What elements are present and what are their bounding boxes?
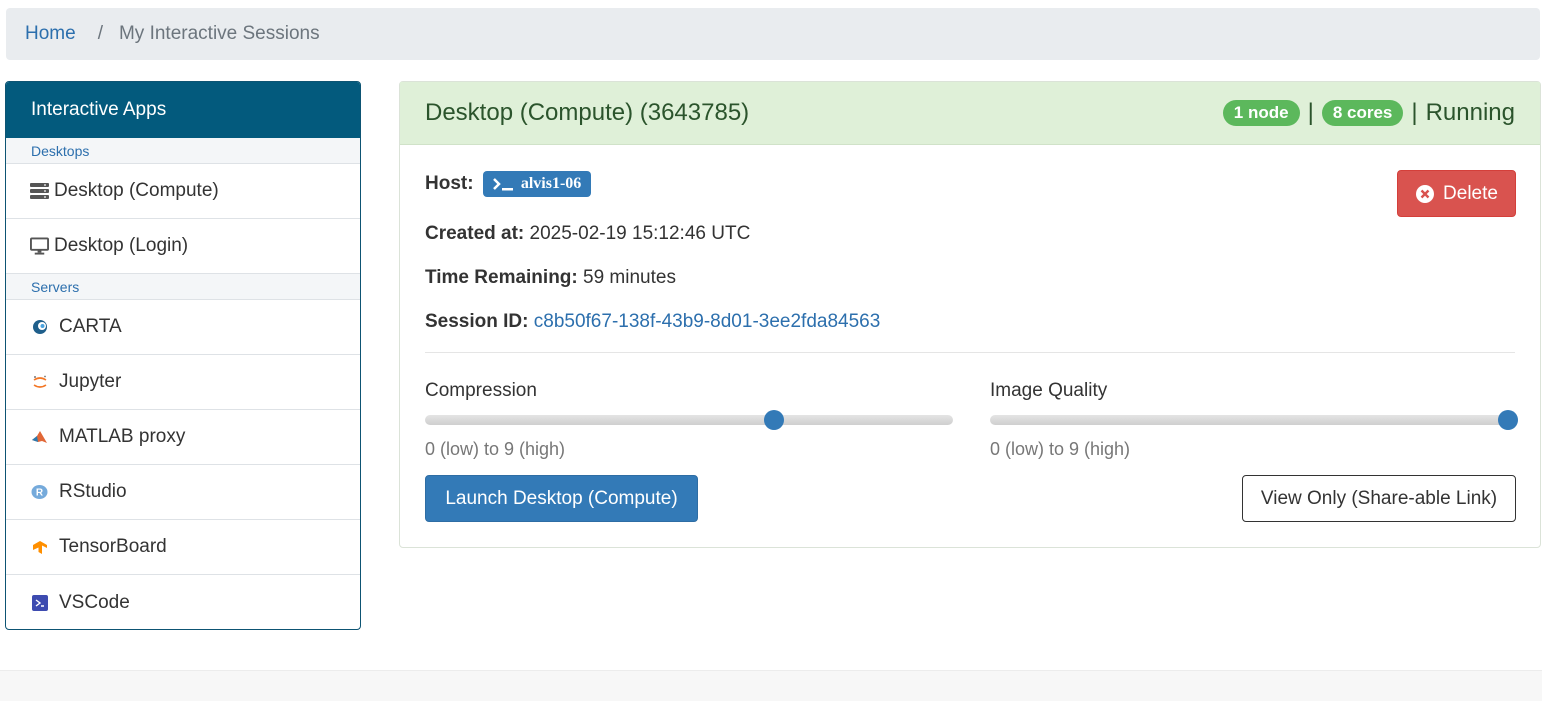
session-status-group: 1 node | 8 cores | Running bbox=[1222, 99, 1515, 127]
interactive-apps-sidebar: Interactive Apps Desktops Desktop (Compu… bbox=[5, 81, 361, 630]
sidebar-item-tensorboard[interactable]: TensorBoard bbox=[6, 520, 360, 575]
rstudio-icon: R bbox=[30, 483, 49, 502]
divider bbox=[425, 352, 1515, 353]
breadcrumb-home-link[interactable]: Home bbox=[25, 23, 76, 45]
sidebar-item-rstudio[interactable]: R RStudio bbox=[6, 465, 360, 520]
sidebar-item-vscode[interactable]: VSCode bbox=[6, 575, 360, 629]
status-separator: | bbox=[1307, 99, 1314, 126]
server-icon bbox=[30, 182, 49, 201]
session-title: Desktop (Compute) (3643785) bbox=[425, 99, 750, 126]
sidebar-item-label: MATLAB proxy bbox=[59, 426, 186, 447]
host-label: Host: bbox=[425, 173, 474, 195]
page-footer bbox=[0, 670, 1542, 701]
session-id-link[interactable]: c8b50f67-138f-43b9-8d01-3ee2fda84563 bbox=[534, 311, 881, 332]
image-quality-control: Image Quality 0 (low) to 9 (high) bbox=[990, 380, 1518, 460]
launch-desktop-button[interactable]: Launch Desktop (Compute) bbox=[425, 475, 698, 522]
sidebar-item-carta[interactable]: CARTA bbox=[6, 300, 360, 355]
view-only-share-link-button[interactable]: View Only (Share-able Link) bbox=[1242, 475, 1516, 522]
breadcrumb-current: My Interactive Sessions bbox=[118, 23, 320, 44]
session-id-label: Session ID: bbox=[425, 311, 529, 332]
sidebar-item-label: CARTA bbox=[59, 316, 122, 337]
sidebar-item-label: TensorBoard bbox=[59, 536, 167, 557]
session-status: Running bbox=[1425, 99, 1515, 126]
sidebar-item-label: Jupyter bbox=[59, 371, 122, 392]
sidebar-category-desktops: Desktops bbox=[6, 138, 360, 164]
image-quality-slider-handle[interactable] bbox=[1498, 410, 1518, 430]
sidebar-item-jupyter[interactable]: Jupyter bbox=[6, 355, 360, 410]
image-quality-label: Image Quality bbox=[990, 380, 1108, 401]
vscode-icon bbox=[30, 593, 49, 612]
compression-label: Compression bbox=[425, 380, 537, 401]
core-count-badge: 8 cores bbox=[1321, 100, 1404, 126]
delete-label: Delete bbox=[1443, 182, 1498, 204]
delete-button[interactable]: Delete bbox=[1397, 170, 1516, 217]
compression-help: 0 (low) to 9 (high) bbox=[425, 439, 566, 459]
image-quality-slider[interactable] bbox=[990, 410, 1518, 430]
created-row: Created at: 2025-02-19 15:12:46 UTC bbox=[425, 223, 750, 245]
session-id-row: Session ID: c8b50f67-138f-43b9-8d01-3ee2… bbox=[425, 311, 880, 333]
image-quality-help: 0 (low) to 9 (high) bbox=[990, 439, 1131, 459]
time-remaining-value: 59 minutes bbox=[583, 267, 676, 288]
breadcrumb-separator: / bbox=[97, 23, 103, 44]
sidebar-item-matlab-proxy[interactable]: MATLAB proxy bbox=[6, 410, 360, 465]
sidebar-item-label: RStudio bbox=[59, 481, 127, 502]
time-remaining-row: Time Remaining: 59 minutes bbox=[425, 267, 676, 289]
host-name: alvis1-06 bbox=[520, 175, 582, 192]
session-card-header: Desktop (Compute) (3643785) 1 node | 8 c… bbox=[400, 82, 1540, 145]
breadcrumb: Home / My Interactive Sessions bbox=[6, 8, 1540, 60]
matlab-icon bbox=[30, 428, 49, 447]
created-value: 2025-02-19 15:12:46 UTC bbox=[529, 223, 751, 244]
sidebar-category-servers: Servers bbox=[6, 274, 360, 300]
host-link[interactable]: alvis1-06 bbox=[482, 171, 592, 197]
close-circle-icon bbox=[1416, 184, 1435, 203]
compression-slider[interactable] bbox=[425, 410, 953, 430]
svg-text:R: R bbox=[36, 488, 44, 499]
compression-control: Compression 0 (low) to 9 (high) bbox=[425, 380, 953, 460]
status-separator: | bbox=[1411, 99, 1418, 126]
sidebar-item-desktop-compute[interactable]: Desktop (Compute) bbox=[6, 164, 360, 219]
host-row: Host: alvis1-06 bbox=[425, 171, 592, 197]
sidebar-item-desktop-login[interactable]: Desktop (Login) bbox=[6, 219, 360, 274]
created-label: Created at: bbox=[425, 223, 525, 244]
node-count-badge: 1 node bbox=[1222, 100, 1300, 126]
jupyter-icon bbox=[30, 373, 49, 392]
monitor-icon bbox=[30, 237, 49, 256]
sidebar-item-label: VSCode bbox=[59, 591, 130, 613]
carta-icon bbox=[30, 318, 49, 337]
terminal-icon bbox=[492, 178, 513, 191]
session-card: Desktop (Compute) (3643785) 1 node | 8 c… bbox=[399, 81, 1541, 548]
sidebar-item-label: Desktop (Login) bbox=[54, 235, 189, 256]
sidebar-title: Interactive Apps bbox=[6, 82, 360, 138]
compression-slider-handle[interactable] bbox=[763, 410, 784, 430]
sidebar-item-label: Desktop (Compute) bbox=[54, 180, 219, 201]
tensorboard-icon bbox=[30, 538, 49, 557]
time-remaining-label: Time Remaining: bbox=[425, 267, 578, 288]
